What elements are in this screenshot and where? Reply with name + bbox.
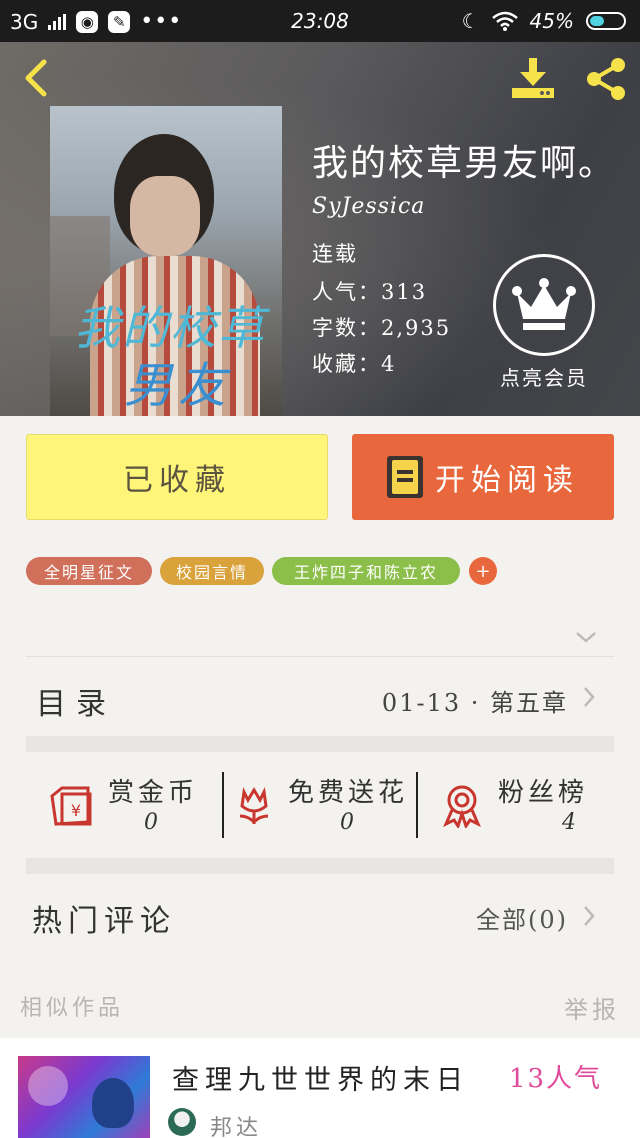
status-right: ☾ 45% — [462, 9, 626, 33]
latest-chapter: 01-13 · 第五章 — [381, 689, 568, 717]
svg-text:¥: ¥ — [71, 801, 81, 820]
chevron-right-icon — [584, 906, 595, 926]
words-label: 字数： — [312, 316, 381, 340]
cover-caption-2: 男友 — [124, 358, 233, 414]
red-envelope-icon: ¥ — [50, 786, 92, 826]
wifi-icon — [491, 11, 518, 31]
download-icon[interactable] — [508, 56, 558, 102]
stats-row: ¥ 赏金币 0 免费送花 0 粉丝榜 4 — [26, 752, 614, 856]
tag-item[interactable]: 校园言情 — [160, 557, 264, 585]
chevron-right-icon — [584, 687, 595, 707]
book-author[interactable]: SyJessica — [312, 194, 425, 219]
reward-coins-label: 赏金币 — [108, 778, 199, 808]
catalog-label: 目录 — [36, 687, 116, 722]
all-comments-link[interactable]: 全部(0) — [476, 900, 568, 935]
favorites-value: 4 — [381, 352, 397, 376]
battery-icon — [586, 12, 626, 30]
battery-percent: 45% — [529, 9, 574, 33]
popularity-value: 313 — [381, 280, 428, 304]
start-reading-label: 开始阅读 — [435, 463, 579, 498]
reward-coins-stat[interactable]: ¥ 赏金币 0 — [26, 752, 222, 856]
moon-icon: ☾ — [461, 9, 480, 33]
chevron-down-icon[interactable] — [574, 628, 598, 646]
similar-works-heading: 相似作品 — [20, 996, 125, 1021]
cover-figure — [92, 1078, 134, 1128]
favorited-button[interactable]: 已收藏 — [26, 434, 328, 520]
vip-button[interactable] — [493, 254, 595, 356]
book-word-count: 字数：2,935 — [312, 312, 451, 342]
similar-book-cover — [18, 1056, 150, 1138]
favorites-label: 收藏： — [312, 352, 381, 376]
free-flowers-value: 0 — [340, 810, 354, 835]
section-divider — [26, 858, 614, 874]
fan-ranking-label: 粉丝榜 — [498, 778, 589, 808]
catalog-row[interactable]: 目录 01-13 · 第五章 — [26, 656, 614, 736]
flower-icon — [239, 787, 269, 825]
status-bar: 3G ◉ ✎ ••• 23:08 ☾ 45% — [0, 0, 640, 42]
book-favorites: 收藏：4 — [312, 348, 396, 378]
report-button[interactable]: 举报 — [564, 990, 620, 1025]
crown-icon — [512, 278, 576, 330]
reward-coins-value: 0 — [144, 810, 158, 835]
tag-item[interactable]: 王炸四子和陈立农 — [272, 557, 460, 585]
medal-icon — [443, 785, 481, 828]
list-item[interactable]: 查理九世世界的末日 13人气 邦达 — [0, 1038, 640, 1138]
fan-ranking-value: 4 — [562, 810, 576, 835]
tag-item[interactable]: 全明星征文 — [26, 557, 152, 585]
hot-comments-label: 热门评论 — [32, 904, 176, 939]
vip-label[interactable]: 点亮会员 — [484, 362, 604, 391]
free-flowers-stat[interactable]: 免费送花 0 — [224, 752, 416, 856]
book-icon — [387, 456, 423, 498]
cover-glow — [28, 1066, 68, 1106]
share-icon[interactable] — [582, 54, 630, 104]
book-popularity: 人气：313 — [312, 276, 427, 306]
hot-comments-row[interactable]: 热门评论 全部(0) — [26, 874, 614, 958]
similar-book-title: 查理九世世界的末日 — [172, 1065, 469, 1096]
section-divider — [26, 736, 614, 752]
similar-book-popularity: 13人气 — [508, 1064, 602, 1094]
start-reading-button[interactable]: 开始阅读 — [352, 434, 614, 520]
book-cover[interactable]: 我的校草 男友 — [50, 106, 282, 416]
fan-ranking-stat[interactable]: 粉丝榜 4 — [418, 752, 614, 856]
free-flowers-label: 免费送花 — [288, 778, 409, 808]
add-tag-button[interactable]: + — [469, 557, 497, 585]
cover-face — [130, 176, 200, 256]
book-status: 连载 — [312, 242, 358, 266]
book-title: 我的校草男友啊。 — [312, 143, 617, 184]
words-value: 2,935 — [381, 316, 452, 340]
back-button[interactable] — [16, 56, 56, 100]
book-header: 我的校草 男友 我的校草男友啊。 SyJessica 连载 人气：313 字数：… — [0, 42, 640, 416]
similar-book-author: 邦达 — [210, 1116, 263, 1138]
popularity-label: 人气： — [312, 280, 381, 304]
avatar — [168, 1108, 196, 1136]
